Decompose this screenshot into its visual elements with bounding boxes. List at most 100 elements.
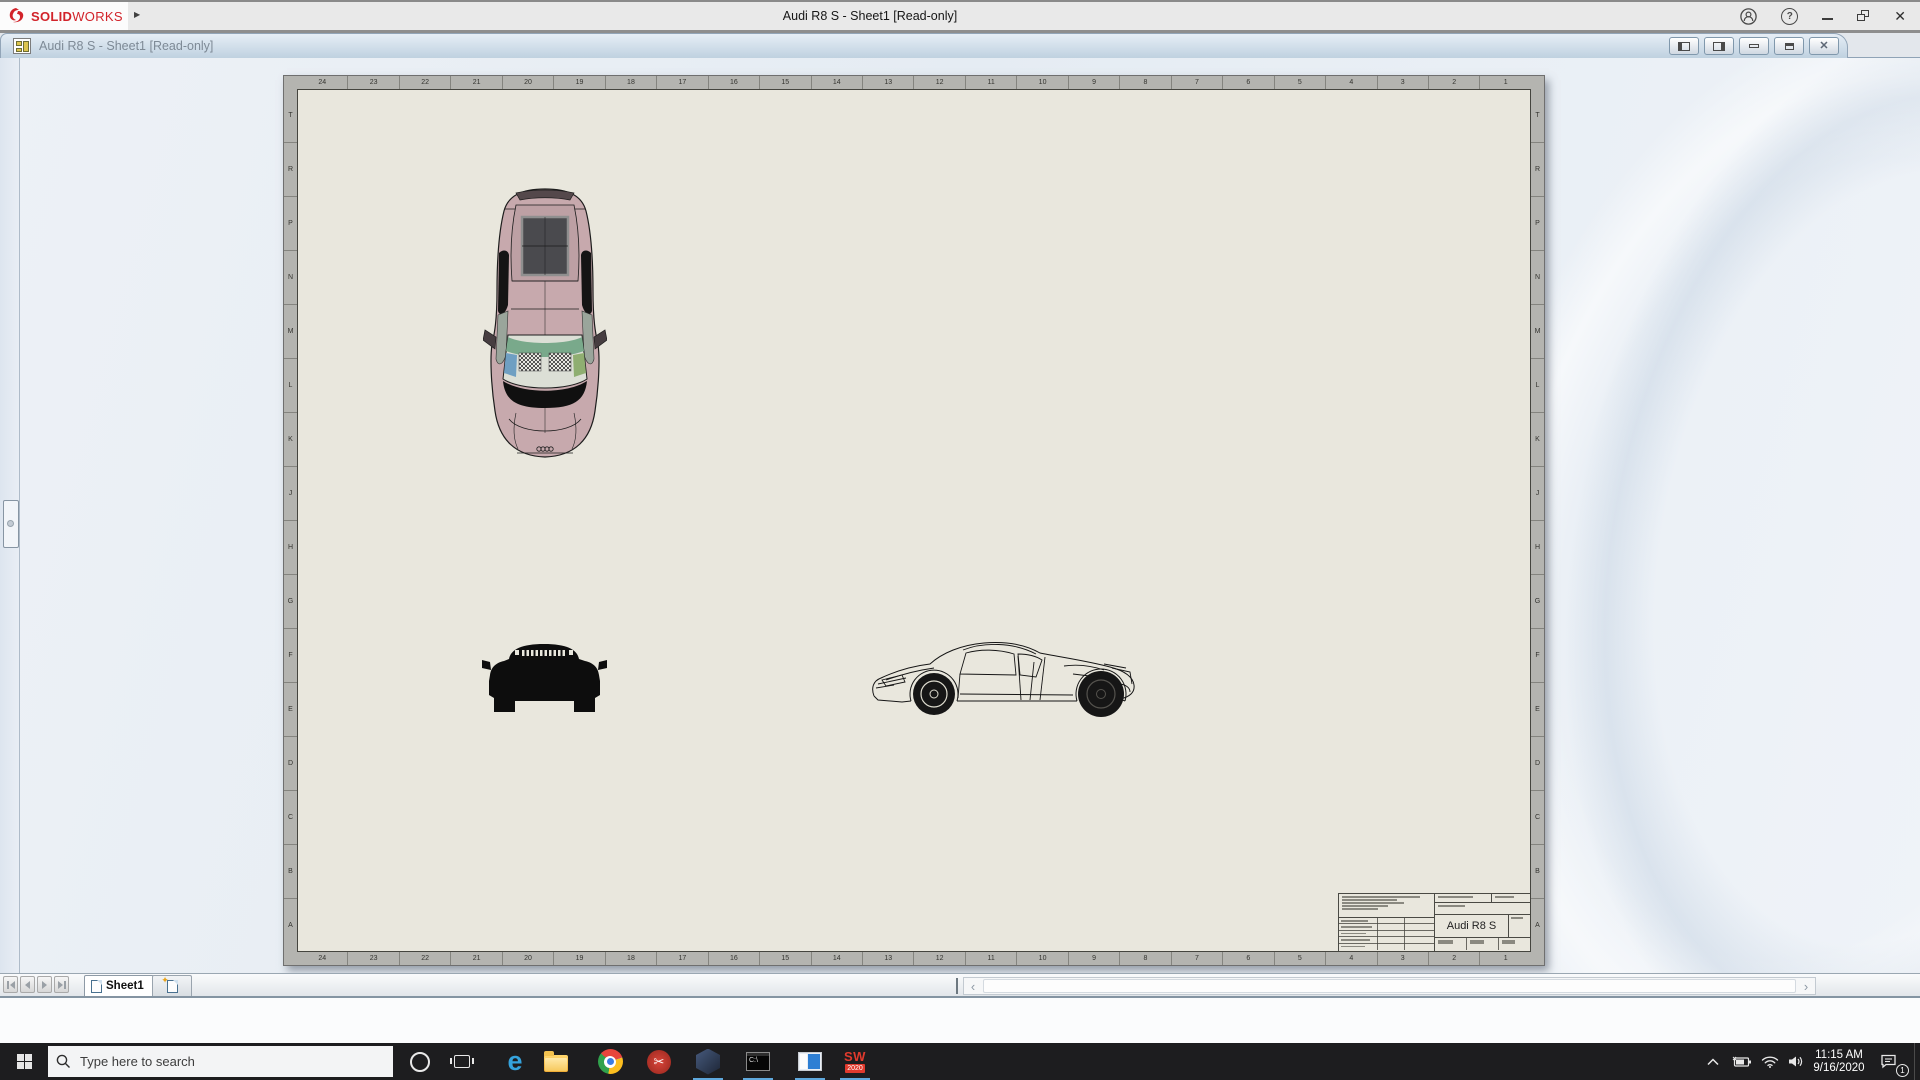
first-sheet-button[interactable]	[3, 976, 18, 993]
clock-date: 9/16/2020	[1813, 1062, 1864, 1075]
zone-label: E	[284, 683, 297, 737]
zone-label: 8	[1120, 76, 1171, 89]
command-prompt-icon[interactable]: C:\	[736, 1043, 780, 1080]
search-icon	[56, 1054, 71, 1069]
restore-button[interactable]	[1857, 10, 1870, 22]
zone-ruler-right: TRPNMLKJHGFEDCBA	[1531, 89, 1544, 952]
zone-label: A	[1531, 899, 1544, 952]
zone-label: 16	[709, 76, 760, 89]
zone-label: K	[284, 413, 297, 467]
add-sheet-tab[interactable]: ✦	[152, 975, 192, 996]
zone-label: 21	[451, 952, 502, 965]
window-controls: ? ✕	[1740, 2, 1906, 30]
cortana-icon[interactable]	[398, 1043, 442, 1080]
taskbar-clock[interactable]: 11:15 AM 9/16/2020	[1808, 1043, 1870, 1080]
zone-label: 7	[1172, 952, 1223, 965]
zone-label: 19	[554, 952, 605, 965]
close-button[interactable]: ✕	[1894, 9, 1906, 23]
title-block-main: Audi R8 S	[1435, 894, 1530, 951]
desktop-gap	[0, 998, 1920, 1043]
zone-label: T	[1531, 89, 1544, 143]
minimize-button[interactable]	[1822, 12, 1833, 20]
task-view-icon[interactable]	[440, 1043, 484, 1080]
help-icon[interactable]: ?	[1781, 8, 1798, 25]
zone-label: M	[284, 305, 297, 359]
horizontal-scrollbar[interactable]: ‹ ›	[963, 977, 1816, 995]
doc-minimize-button[interactable]	[1739, 37, 1769, 55]
zone-label: J	[1531, 467, 1544, 521]
zone-label: 1	[1480, 952, 1530, 965]
tray-chevron-icon[interactable]	[1702, 1043, 1724, 1080]
zone-label: 24	[297, 952, 348, 965]
front-view-drawing[interactable]	[482, 635, 607, 717]
sheet-icon	[91, 980, 102, 993]
volume-icon[interactable]	[1784, 1043, 1808, 1080]
tab-sheet1[interactable]: Sheet1	[84, 975, 154, 996]
search-input[interactable]	[78, 1053, 372, 1070]
drawing-sheet: 242322212019181716151413121110987654321 …	[283, 75, 1545, 966]
windows-logo-icon	[17, 1054, 32, 1069]
zone-label: 5	[1275, 76, 1326, 89]
wifi-icon[interactable]	[1758, 1043, 1782, 1080]
zone-label: N	[1531, 251, 1544, 305]
doc-restore-button[interactable]	[1774, 37, 1804, 55]
file-explorer-icon[interactable]	[534, 1043, 578, 1080]
zone-label: 22	[400, 76, 451, 89]
side-view-drawing[interactable]	[868, 632, 1148, 718]
zone-label: C	[1531, 791, 1544, 845]
zone-ruler-bottom: 242322212019181716151413121110987654321	[297, 952, 1531, 965]
zone-label: 22	[400, 952, 451, 965]
sheet-paper[interactable]: Audi R8 S	[297, 89, 1531, 952]
solidworks-taskbar-icon[interactable]: SW 2020	[833, 1043, 877, 1080]
pane-left-button[interactable]	[1669, 37, 1699, 55]
zone-label: L	[1531, 359, 1544, 413]
zone-label: 15	[760, 76, 811, 89]
document-title: Audi R8 S - Sheet1 [Read-only]	[39, 39, 213, 53]
edrawings-icon[interactable]	[686, 1043, 730, 1080]
zone-label: 11	[966, 76, 1017, 89]
zone-label: 9	[1069, 76, 1120, 89]
battery-icon[interactable]	[1729, 1043, 1755, 1080]
media-app-icon[interactable]	[788, 1043, 832, 1080]
rev-cell	[1508, 915, 1530, 937]
zone-ruler-left: TRPNMLKJHGFEDCBA	[284, 89, 297, 952]
chrome-icon[interactable]	[588, 1043, 632, 1080]
pane-splitter[interactable]	[956, 978, 958, 994]
last-sheet-button[interactable]	[54, 976, 69, 993]
zone-label: P	[284, 197, 297, 251]
taskbar-search[interactable]	[48, 1046, 393, 1077]
zone-label: 6	[1223, 952, 1274, 965]
scrollbar-track[interactable]	[983, 979, 1796, 993]
next-sheet-button[interactable]	[37, 976, 52, 993]
feature-panel-expand-handle[interactable]	[3, 500, 19, 548]
snipping-tool-icon[interactable]: ✂	[637, 1043, 681, 1080]
windows-taskbar: e ✂ C:\ SW 2020	[0, 1043, 1920, 1080]
scroll-left-arrow[interactable]: ‹	[964, 978, 982, 994]
document-window-buttons: ✕	[1669, 37, 1839, 55]
zone-label: 4	[1326, 952, 1377, 965]
start-button[interactable]	[0, 1043, 48, 1080]
edge-icon[interactable]: e	[493, 1043, 537, 1080]
show-desktop-button[interactable]	[1914, 1043, 1920, 1080]
doc-close-button[interactable]: ✕	[1809, 37, 1839, 55]
top-view-drawing[interactable]	[483, 187, 607, 460]
action-center-icon[interactable]: 1	[1874, 1043, 1902, 1080]
zone-label: B	[1531, 845, 1544, 899]
add-sheet-star-icon: ✦	[161, 975, 169, 986]
zone-label: C	[284, 791, 297, 845]
zone-label: 24	[297, 76, 348, 89]
zone-label: L	[284, 359, 297, 413]
clock-time: 11:15 AM	[1815, 1049, 1863, 1062]
previous-sheet-button[interactable]	[20, 976, 35, 993]
zone-label: D	[284, 737, 297, 791]
scroll-right-arrow[interactable]: ›	[1797, 978, 1815, 994]
pane-right-button[interactable]	[1704, 37, 1734, 55]
zone-label: 14	[812, 952, 863, 965]
zone-label: K	[1531, 413, 1544, 467]
zone-label: R	[284, 143, 297, 197]
drawing-document-icon	[13, 38, 31, 54]
zone-label: R	[1531, 143, 1544, 197]
sheet-tab-bar: Sheet1 ✦ ‹ ›	[0, 973, 1920, 998]
account-icon[interactable]	[1740, 8, 1757, 25]
zone-label: G	[284, 575, 297, 629]
